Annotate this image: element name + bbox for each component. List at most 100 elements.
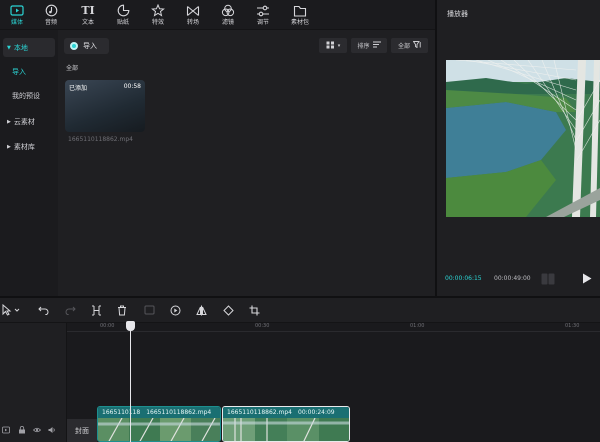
ruler-label: 01:30 xyxy=(565,323,580,329)
added-badge: 已添加 xyxy=(69,85,88,92)
caret-down-icon: ▼ xyxy=(7,44,11,51)
nav-import[interactable]: 导入 xyxy=(3,62,55,81)
cursor-icon xyxy=(2,304,20,316)
aspect-ratio-icon[interactable] xyxy=(541,273,555,285)
timeline-ruler[interactable]: 00:00 00:30 01:00 01:30 xyxy=(67,323,600,333)
tool-label: 调节 xyxy=(256,19,269,26)
undo-icon xyxy=(37,306,48,315)
funnel-icon xyxy=(412,41,421,50)
filter-icon xyxy=(220,4,236,17)
crop-icon xyxy=(249,305,259,315)
redo-icon xyxy=(65,306,76,315)
play-button[interactable] xyxy=(582,273,592,284)
sort-label: 排序 xyxy=(357,43,370,50)
track-cover-icon[interactable] xyxy=(2,426,10,434)
rotate-icon xyxy=(222,304,234,316)
tool-effects[interactable]: 特效 xyxy=(141,0,175,30)
media-thumbnail[interactable]: 已添加 00:58 xyxy=(65,80,145,132)
media-panel: 媒体 音频 TI 文本 贴纸 特效 转场 滤镜 调节 素材包 ▼ 本地 导入 我… xyxy=(0,0,435,296)
playhead-handle[interactable] xyxy=(126,321,135,331)
top-toolbar: 媒体 音频 TI 文本 贴纸 特效 转场 滤镜 调节 素材包 xyxy=(0,0,435,30)
left-nav: ▼ 本地 导入 我的预设 ▶ 云素材 ▶ 素材库 xyxy=(0,30,58,296)
trash-icon xyxy=(118,305,126,315)
lock-icon[interactable] xyxy=(18,425,26,434)
tool-asset-pack[interactable]: 素材包 xyxy=(283,0,317,30)
reverse-icon xyxy=(170,305,180,315)
timeline-toolbar xyxy=(0,298,600,323)
total-time: 00:00:49:00 xyxy=(494,275,531,282)
section-label: 全部 xyxy=(66,65,79,72)
adjust-icon xyxy=(255,4,271,17)
view-mode-button[interactable]: ▾ xyxy=(319,38,347,53)
sort-button[interactable]: 排序 xyxy=(351,38,387,53)
nav-local[interactable]: ▼ 本地 xyxy=(3,38,55,57)
caret-right-icon: ▶ xyxy=(7,143,11,150)
nav-presets-label: 我的预设 xyxy=(12,91,40,100)
delete-button[interactable] xyxy=(115,303,129,317)
clip-subname: 1665110118862.mp4 xyxy=(146,409,212,416)
nav-local-label: 本地 xyxy=(13,43,28,52)
media-content: 导入 ▾ 排序 全部 全部 已添加 00:58 1665110118862.mp… xyxy=(58,30,435,296)
rotate-button[interactable] xyxy=(221,303,235,317)
sort-icon xyxy=(372,41,381,50)
import-button-label: 导入 xyxy=(83,42,97,50)
tool-label: 贴纸 xyxy=(116,19,129,26)
current-time: 00:00:06:15 xyxy=(445,275,482,282)
reverse-button[interactable] xyxy=(168,303,182,317)
transition-icon xyxy=(185,4,201,17)
eye-icon[interactable] xyxy=(32,426,42,434)
chevron-down-icon: ▾ xyxy=(337,42,341,49)
filter-button[interactable]: 全部 xyxy=(391,38,428,53)
tool-media[interactable]: 媒体 xyxy=(0,0,34,30)
nav-library[interactable]: ▶ 素材库 xyxy=(3,137,55,156)
video-clip-1[interactable]: 1665110118 1665110118862.mp4 xyxy=(97,406,221,442)
playhead-line[interactable] xyxy=(130,326,131,442)
import-button[interactable]: 导入 xyxy=(64,38,109,54)
clip-thumbnails xyxy=(98,418,220,441)
freeze-button[interactable] xyxy=(142,303,156,317)
mirror-button[interactable] xyxy=(194,303,208,317)
tool-adjust[interactable]: 调节 xyxy=(246,0,280,30)
mirror-icon xyxy=(195,305,207,315)
nav-cloud[interactable]: ▶ 云素材 xyxy=(3,112,55,131)
tool-label: 转场 xyxy=(186,19,199,26)
undo-button[interactable] xyxy=(36,303,50,317)
ruler-label: 00:00 xyxy=(100,323,115,329)
clip-header: 1665110118862.mp4 00:00:24:09 xyxy=(223,407,349,418)
tool-audio[interactable]: 音频 xyxy=(34,0,68,30)
cover-button[interactable]: 封面 xyxy=(67,419,97,442)
ruler-label: 01:00 xyxy=(410,323,425,329)
video-clip-2[interactable]: 1665110118862.mp4 00:00:24:09 xyxy=(222,406,350,442)
tool-label: 滤镜 xyxy=(221,19,234,26)
tool-sticker[interactable]: 贴纸 xyxy=(106,0,140,30)
tool-label: 媒体 xyxy=(10,19,23,26)
play-icon xyxy=(583,273,592,284)
media-icon xyxy=(9,4,25,17)
nav-import-label: 导入 xyxy=(12,67,26,76)
asset-pack-icon xyxy=(292,4,308,17)
clip-thumbnails xyxy=(223,418,349,441)
audio-icon xyxy=(43,4,59,17)
text-icon: TI xyxy=(81,4,95,17)
tool-filter[interactable]: 滤镜 xyxy=(211,0,245,30)
effects-icon xyxy=(150,4,166,17)
ruler-label: 00:30 xyxy=(255,323,270,329)
tool-transition[interactable]: 转场 xyxy=(176,0,210,30)
tool-label: 素材包 xyxy=(290,19,309,26)
clip-name: 1665110118 xyxy=(102,409,141,416)
select-tool-button[interactable] xyxy=(0,303,22,317)
grid-view-icon xyxy=(326,41,335,51)
filter-label: 全部 xyxy=(397,43,410,50)
nav-cloud-label: 云素材 xyxy=(13,117,35,126)
tool-text[interactable]: TI 文本 xyxy=(71,0,105,30)
nav-presets[interactable]: 我的预设 xyxy=(3,86,55,105)
sticker-icon xyxy=(115,4,131,17)
media-duration: 00:58 xyxy=(123,83,141,90)
redo-button[interactable] xyxy=(63,303,77,317)
clip-header: 1665110118 1665110118862.mp4 xyxy=(98,407,220,418)
crop-button[interactable] xyxy=(247,303,261,317)
split-button[interactable] xyxy=(89,303,103,317)
volume-icon[interactable] xyxy=(48,426,56,434)
nav-library-label: 素材库 xyxy=(13,142,35,151)
video-frame-image xyxy=(446,60,600,217)
